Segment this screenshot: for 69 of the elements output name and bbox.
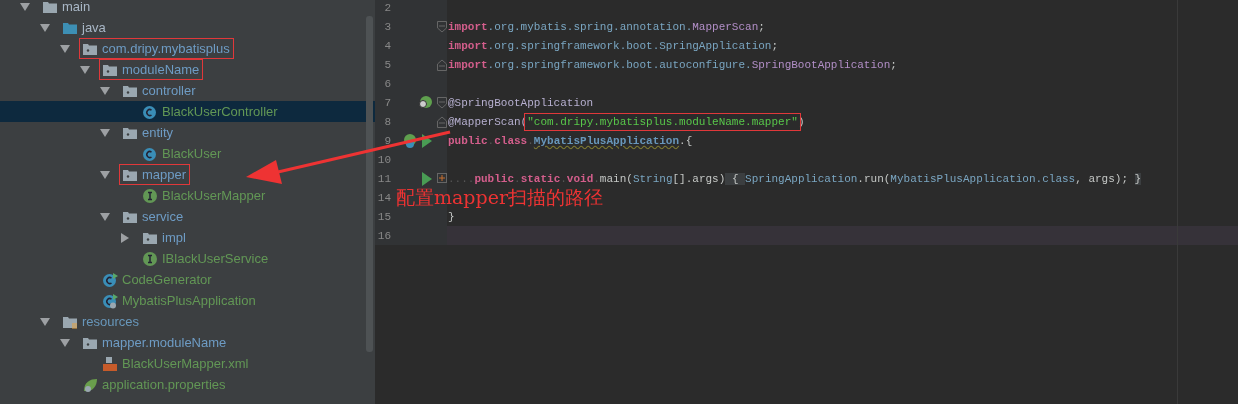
line-number: 11	[376, 172, 391, 185]
line-number: 9	[383, 134, 391, 147]
spring-search-icon[interactable]	[417, 94, 433, 111]
interface-icon	[142, 250, 158, 267]
line-number: 5	[383, 58, 391, 71]
class-icon	[102, 292, 118, 309]
fold-icon[interactable]	[437, 20, 447, 33]
code-line: }	[448, 210, 455, 223]
line-number: 3	[383, 20, 391, 33]
expand-arrow-icon[interactable]	[60, 337, 70, 348]
tree-folder-item[interactable]: mapper.moduleName	[80, 333, 230, 352]
line-number: 4	[383, 39, 391, 52]
code-line: @SpringBootApplication	[448, 96, 594, 109]
annotation-text: 配置mapper扫描的路径	[396, 188, 603, 207]
fold-icon[interactable]	[437, 96, 447, 109]
interface-icon	[142, 187, 158, 204]
tree-item[interactable]: application.properties	[80, 375, 229, 394]
expand-arrow-icon[interactable]	[80, 64, 90, 75]
class-icon	[142, 145, 158, 162]
tree-folder-item[interactable]: com.dripy.mybatisplus	[80, 39, 233, 58]
tree-item[interactable]: BlackUser	[140, 144, 225, 163]
line-number: 16	[376, 229, 391, 242]
line-number: 2	[383, 1, 391, 14]
tree-folder-item[interactable]: mapper	[120, 165, 190, 184]
tree-item[interactable]: CodeGenerator	[100, 270, 215, 289]
tree-folder-item[interactable]: impl	[140, 228, 189, 247]
tree-item[interactable]: BlackUserMapper	[140, 186, 269, 205]
expand-arrow-icon[interactable]	[40, 22, 50, 33]
expand-arrow-icon[interactable]	[100, 169, 110, 180]
code-line: import.org.mybatis.spring.annotation.MapperScan;	[448, 20, 765, 33]
tree-item[interactable]: MybatisPlusApplication	[100, 291, 259, 310]
xml-file-icon	[102, 355, 118, 372]
code-line: import.org.springframework.boot.SpringApplication;	[448, 39, 779, 52]
class-icon	[102, 271, 118, 288]
line-number: 15	[376, 210, 391, 223]
line-number: 7	[383, 96, 391, 109]
fold-icon[interactable]	[437, 58, 447, 71]
expand-arrow-icon[interactable]	[40, 316, 50, 327]
line-number: 6	[383, 77, 391, 90]
tree-folder-item[interactable]: entity	[120, 123, 177, 142]
run-icon[interactable]	[421, 171, 433, 186]
scrollbar[interactable]	[366, 16, 373, 352]
tree-item[interactable]: IBlackUserService	[140, 249, 272, 268]
expand-arrow-icon[interactable]	[100, 127, 110, 138]
spring-leaf-icon	[82, 376, 98, 393]
expand-arrow-icon[interactable]	[100, 85, 110, 96]
expand-arrow-icon[interactable]	[20, 1, 30, 12]
tree-folder-item[interactable]: controller	[120, 81, 199, 100]
code-line: ....public.static.void.main(String[].args) { SpringApplication.run(MybatisPlusApplication.class, args); }	[448, 172, 1142, 185]
fold-icon[interactable]	[437, 115, 447, 128]
tree-folder-item[interactable]: service	[120, 207, 187, 226]
tree-folder-item[interactable]: moduleName	[100, 60, 203, 79]
expand-fold-icon[interactable]	[437, 172, 447, 185]
tree-item[interactable]: BlackUserMapper.xml	[100, 354, 252, 373]
spring-bean-icon[interactable]	[401, 132, 417, 149]
line-number: 10	[376, 153, 391, 166]
code-line: import.org.springframework.boot.autoconfigure.SpringBootApplication;	[448, 58, 897, 71]
expand-arrow-icon[interactable]	[100, 211, 110, 222]
tree-folder-item[interactable]: java	[60, 18, 109, 37]
expand-arrow-icon[interactable]	[60, 43, 70, 54]
line-number: 14	[376, 191, 391, 204]
tree-folder-item[interactable]: resources	[60, 312, 143, 331]
class-icon	[142, 103, 158, 120]
code-line: public.class.MybatisPlusApplication.{	[448, 134, 693, 147]
line-number: 8	[383, 115, 391, 128]
tree-folder-item[interactable]: main	[40, 0, 94, 16]
run-icon[interactable]	[421, 133, 433, 148]
folder-icon	[42, 0, 58, 15]
collapse-arrow-icon[interactable]	[120, 232, 130, 243]
